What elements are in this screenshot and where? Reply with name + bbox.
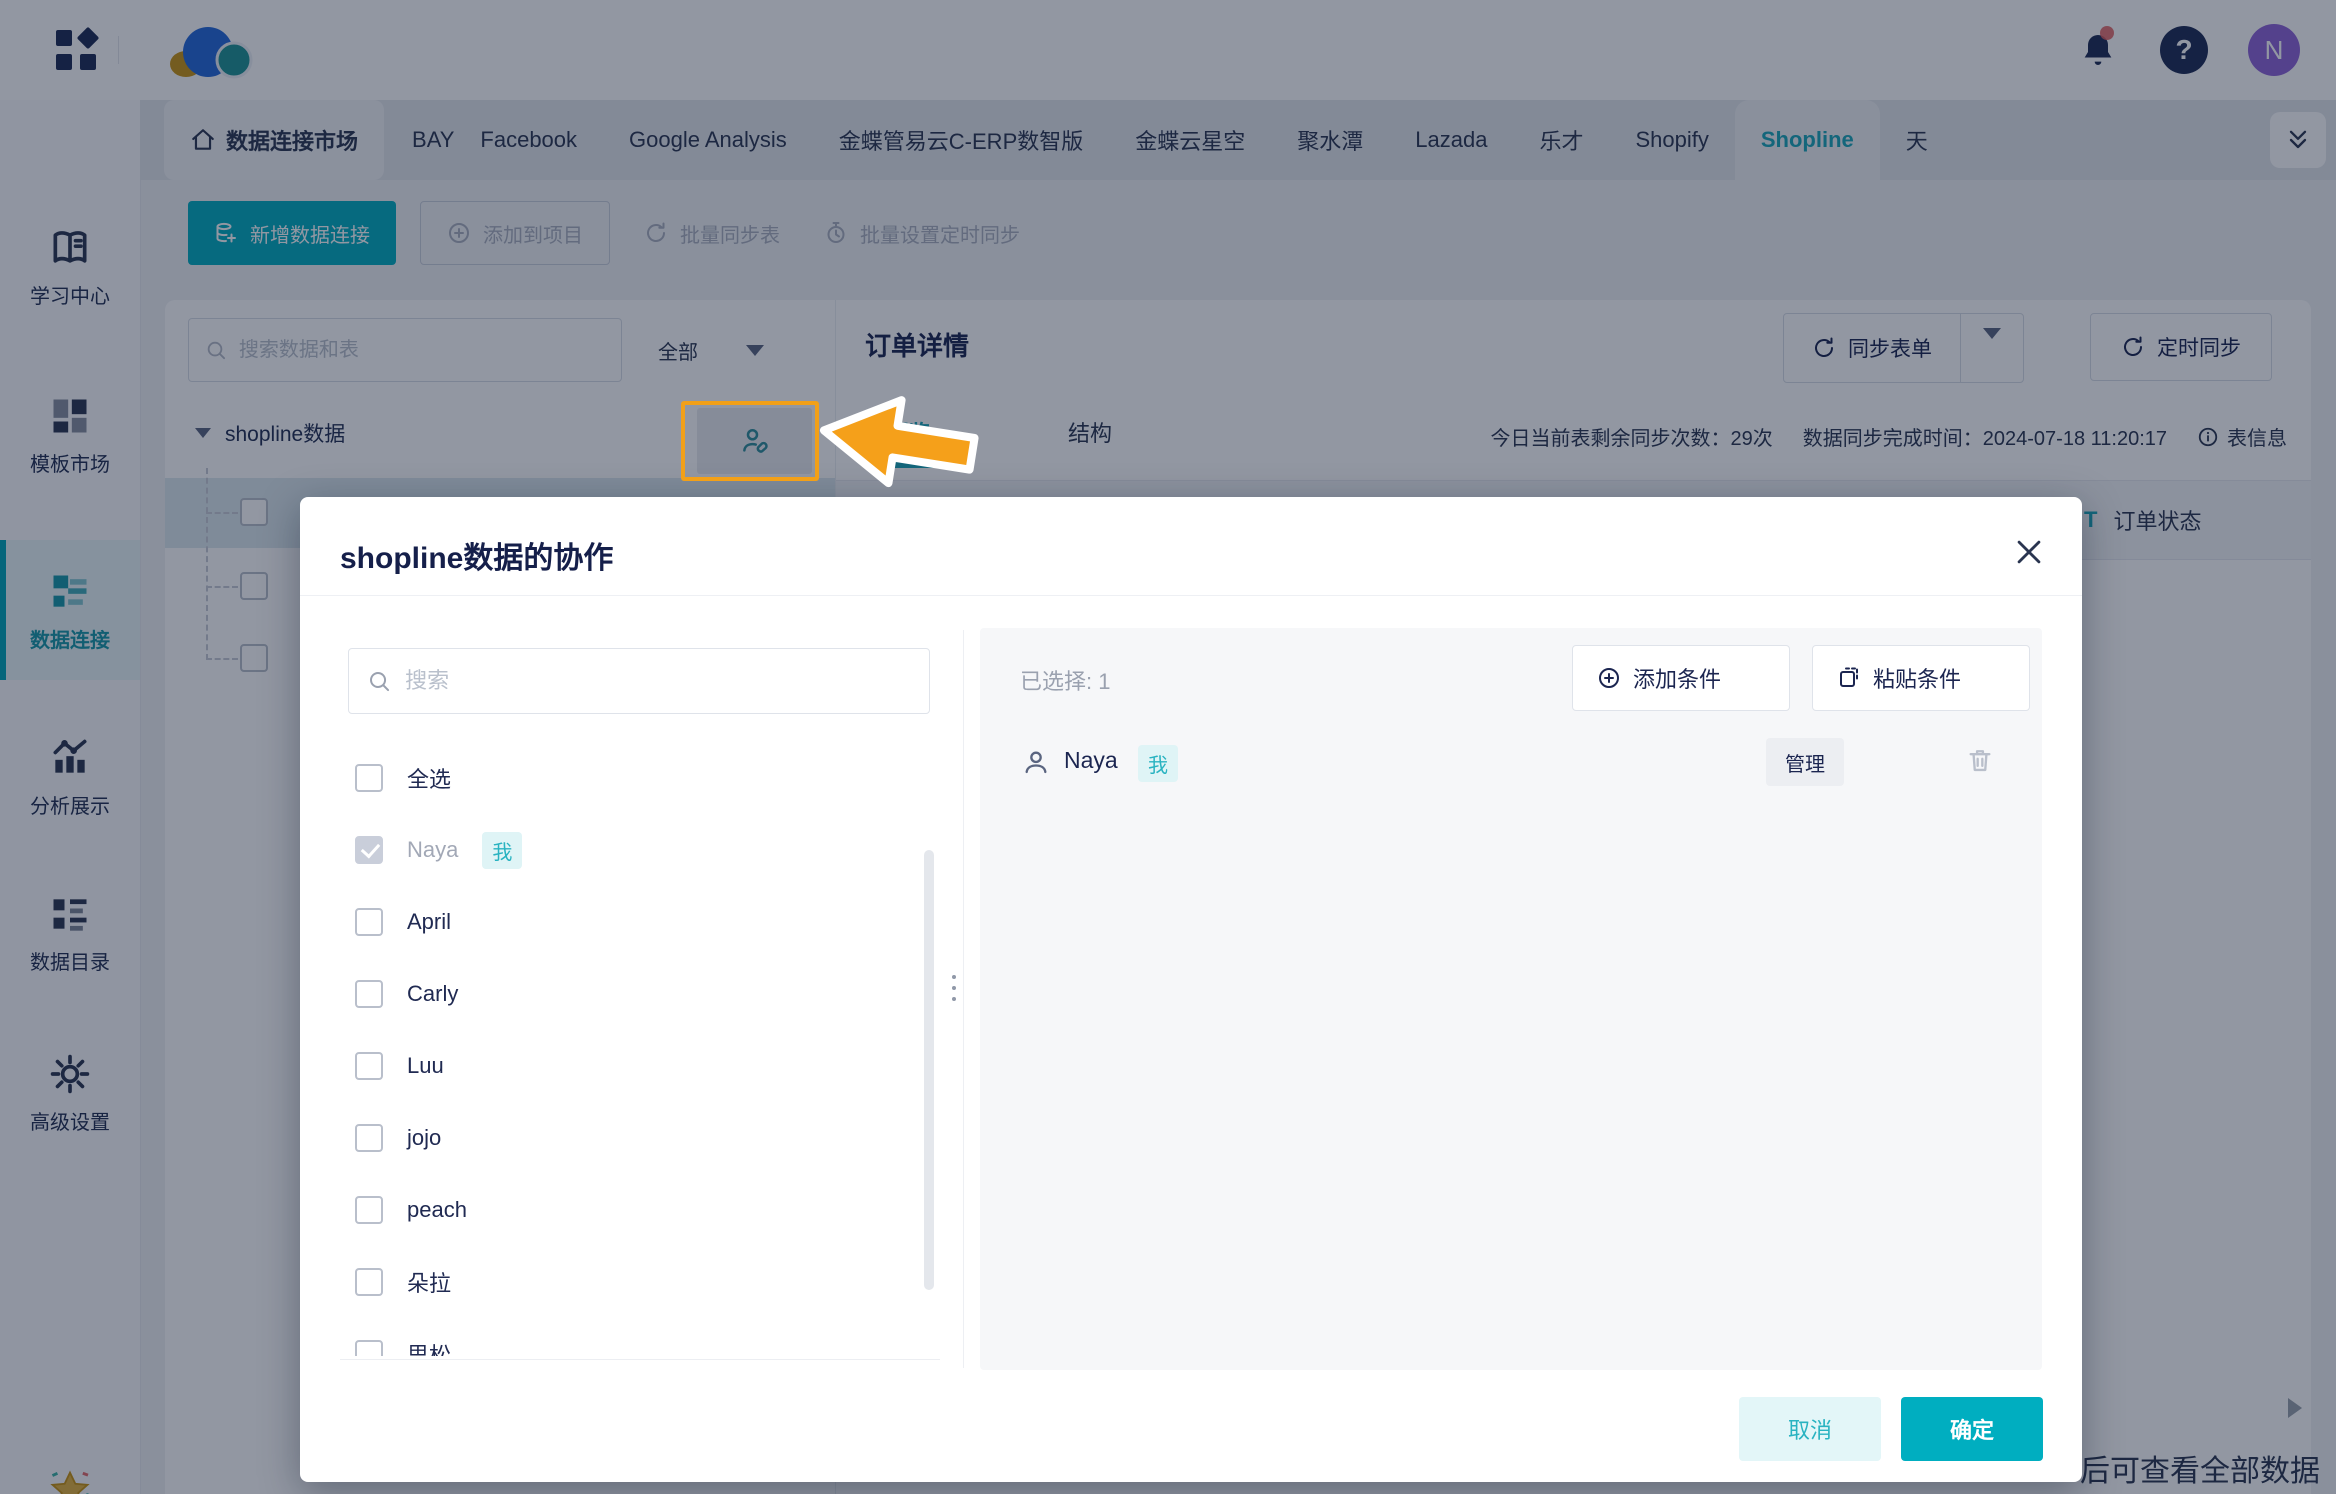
modal-title: shopline数据的协作 — [340, 542, 614, 575]
collaboration-modal: shopline数据的协作 全选 Naya 我 April Carl — [300, 497, 2082, 1482]
member-checkbox[interactable] — [355, 908, 383, 936]
select-all-row[interactable]: 全选 — [340, 742, 940, 814]
cancel-button[interactable]: 取消 — [1739, 1397, 1881, 1461]
member-checkbox[interactable] — [355, 980, 383, 1008]
me-badge: 我 — [1138, 745, 1178, 782]
member-checkbox[interactable] — [355, 1052, 383, 1080]
member-row[interactable]: 朵拉 — [340, 1246, 940, 1318]
user-icon — [1025, 751, 1047, 774]
app-root: ? N 学习中心 模板市场 数据连接 分析展示 数据目录 高级设置 数据连接市场… — [0, 0, 2336, 1494]
selected-member-name: Naya — [1064, 747, 1118, 773]
selected-members-panel: 已选择: 1 添加条件 粘贴条件 Naya 我 管理 — [980, 628, 2042, 1370]
role-dropdown[interactable]: 管理 — [1766, 738, 1844, 786]
member-row[interactable]: April — [340, 886, 940, 958]
member-row[interactable]: jojo — [340, 1102, 940, 1174]
member-checkbox[interactable] — [355, 1268, 383, 1296]
me-badge: 我 — [482, 831, 523, 869]
search-icon — [370, 671, 390, 692]
member-row[interactable]: Carly — [340, 958, 940, 1030]
member-list: 全选 Naya 我 April Carly Luu jojo peach 朵拉 … — [340, 742, 940, 1356]
select-all-checkbox[interactable] — [355, 764, 383, 792]
member-row[interactable]: Naya 我 — [340, 814, 940, 886]
member-checkbox[interactable] — [355, 1340, 383, 1356]
close-icon[interactable] — [2012, 535, 2046, 569]
member-checkbox[interactable] — [355, 1196, 383, 1224]
selected-member-row: Naya 我 管理 — [980, 732, 2042, 792]
pane-drag-handle[interactable] — [950, 975, 958, 1001]
trash-icon[interactable] — [1966, 746, 1994, 774]
member-search-input[interactable] — [403, 667, 911, 695]
paste-condition-button[interactable]: 粘贴条件 — [1812, 645, 2030, 711]
tutorial-highlight-rect — [681, 401, 819, 481]
member-search[interactable] — [348, 648, 930, 714]
member-row-clipped[interactable]: 思松 — [340, 1318, 940, 1356]
paste-icon — [1840, 667, 1858, 687]
add-condition-button[interactable]: 添加条件 — [1572, 645, 1790, 711]
member-list-scrollbar[interactable] — [924, 850, 934, 1290]
member-row[interactable]: peach — [340, 1174, 940, 1246]
member-row[interactable]: Luu — [340, 1030, 940, 1102]
confirm-button[interactable]: 确定 — [1901, 1397, 2043, 1461]
member-checkbox[interactable] — [355, 1124, 383, 1152]
selected-count: 已选择: 1 — [1020, 669, 1111, 694]
plus-circle-icon — [1599, 668, 1619, 688]
member-checkbox-checked[interactable] — [355, 836, 383, 864]
